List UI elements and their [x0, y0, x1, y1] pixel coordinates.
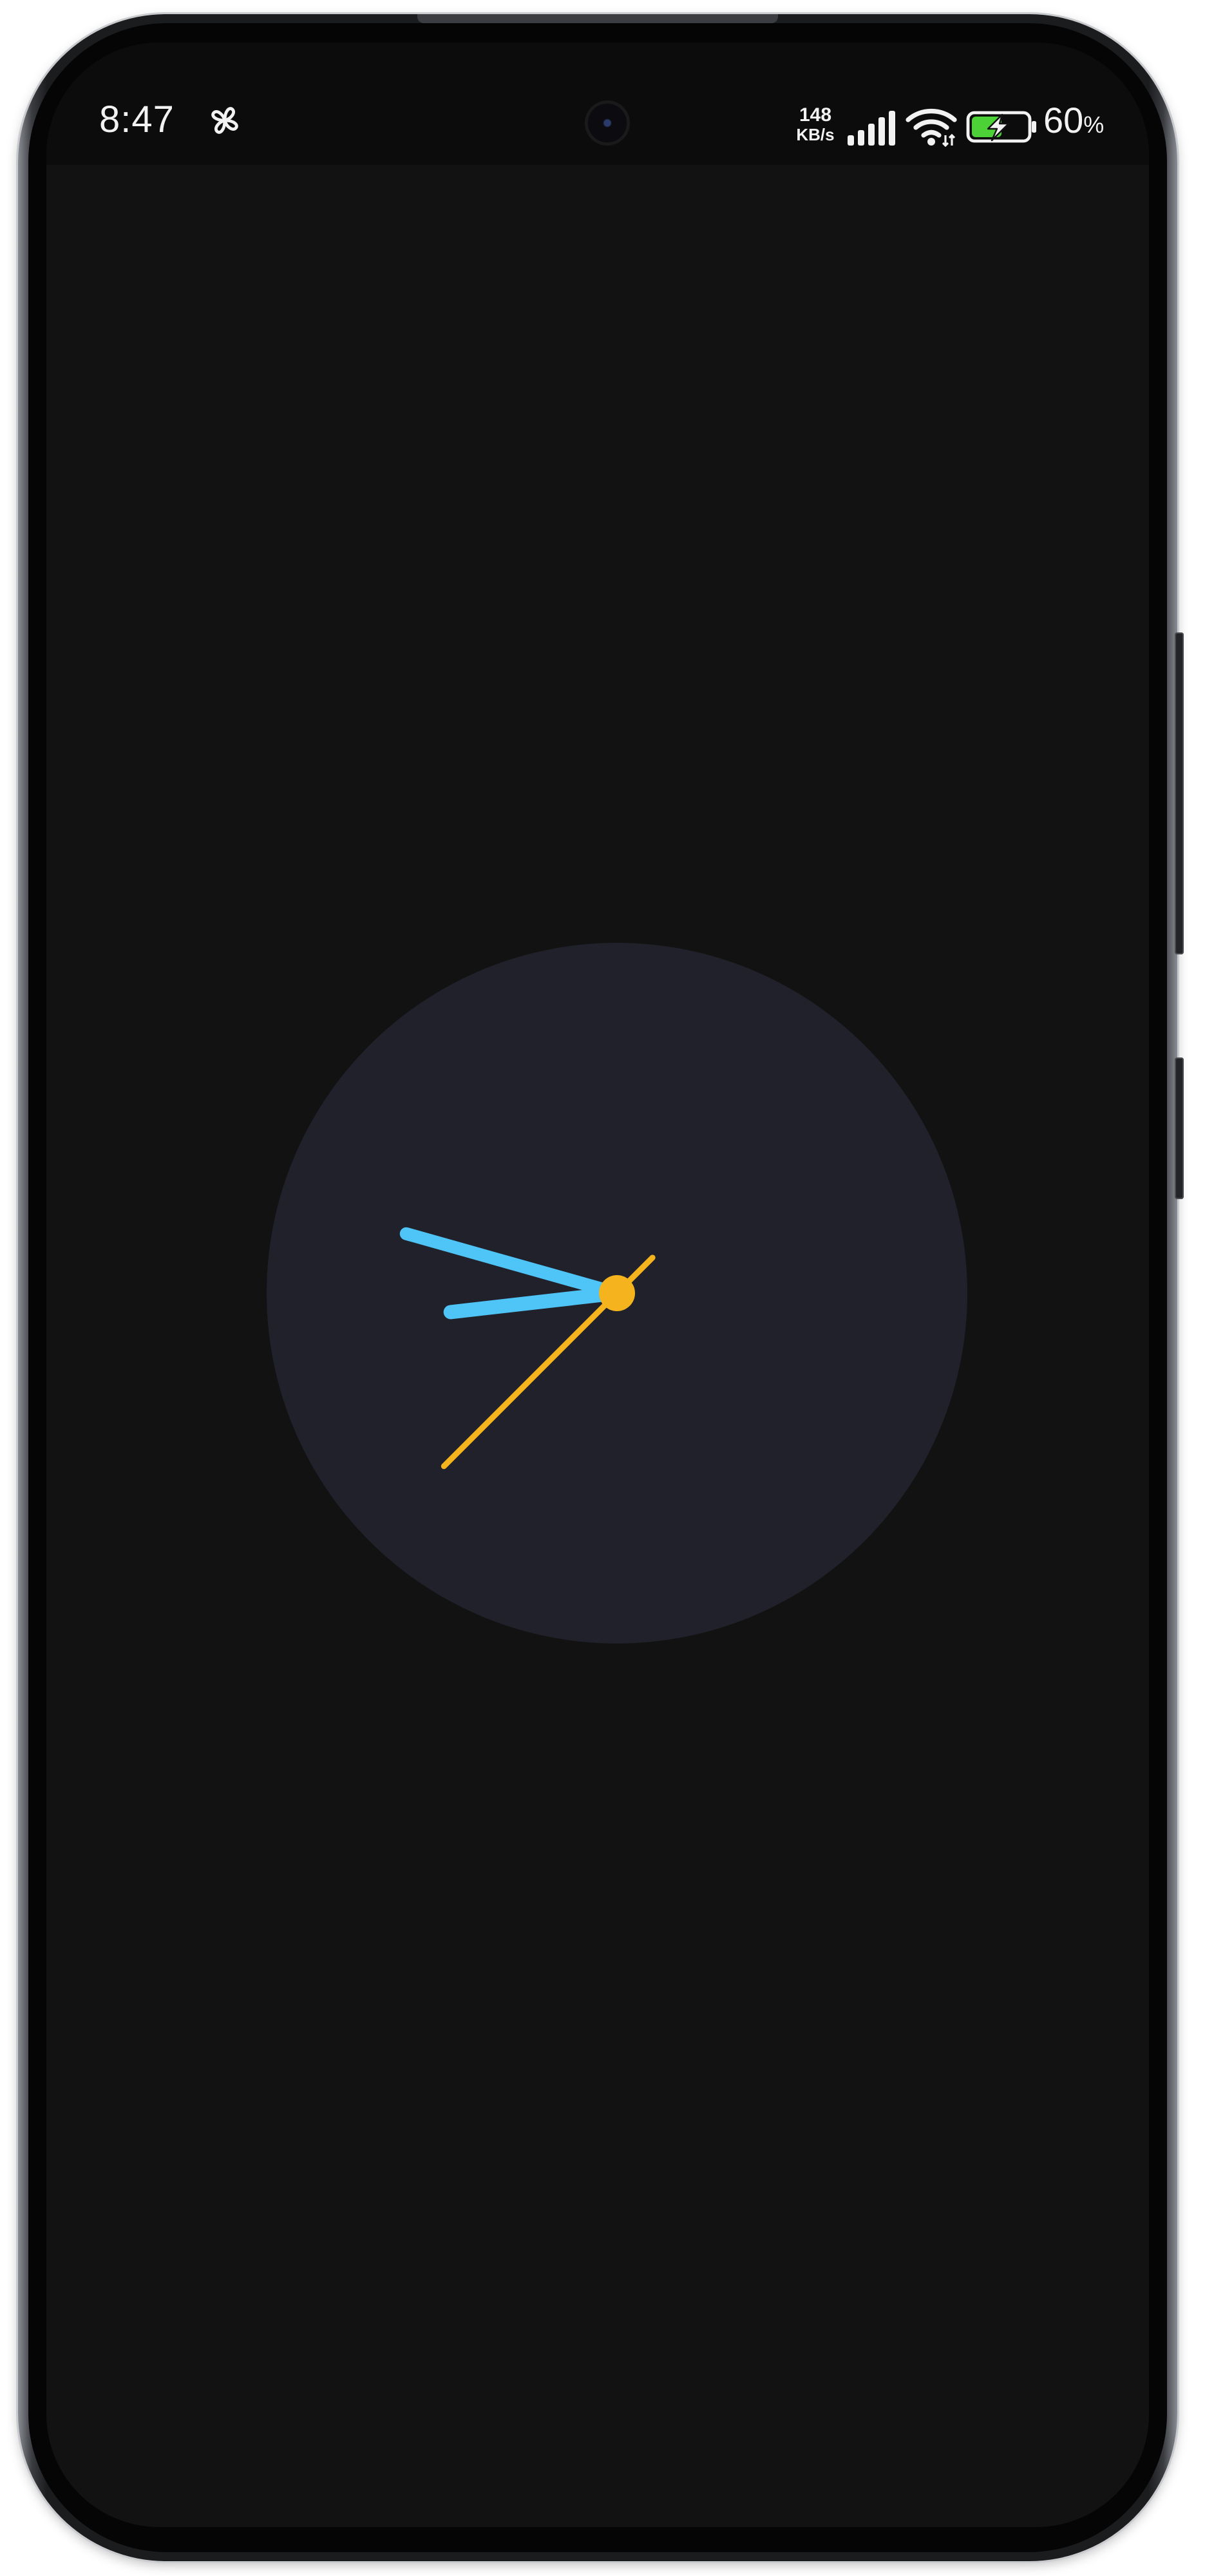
network-speed: 148 KB/s	[790, 104, 841, 145]
network-speed-value: 148	[799, 104, 832, 126]
fan-icon	[211, 107, 238, 134]
clock-center-dot	[599, 1275, 635, 1311]
phone-screen: 8:47 148 KB/s 60%	[46, 43, 1149, 2527]
status-time: 8:47	[99, 99, 175, 140]
battery-percentage: 60%	[1043, 99, 1104, 141]
status-bar: 8:47 148 KB/s 60%	[46, 43, 1149, 165]
front-camera	[585, 100, 630, 146]
volume-button	[1175, 632, 1184, 954]
analog-clock	[267, 943, 967, 1643]
wifi-icon	[906, 108, 957, 147]
battery-level-value: 60	[1043, 100, 1084, 140]
power-button	[1175, 1057, 1184, 1199]
phone-device: 8:47 148 KB/s 60%	[18, 14, 1184, 2561]
battery-charging-icon	[966, 111, 1036, 143]
cellular-signal-icon	[848, 111, 895, 146]
network-speed-unit: KB/s	[796, 125, 835, 144]
battery-percent-sign: %	[1083, 111, 1105, 138]
device-top-edge	[417, 14, 778, 23]
